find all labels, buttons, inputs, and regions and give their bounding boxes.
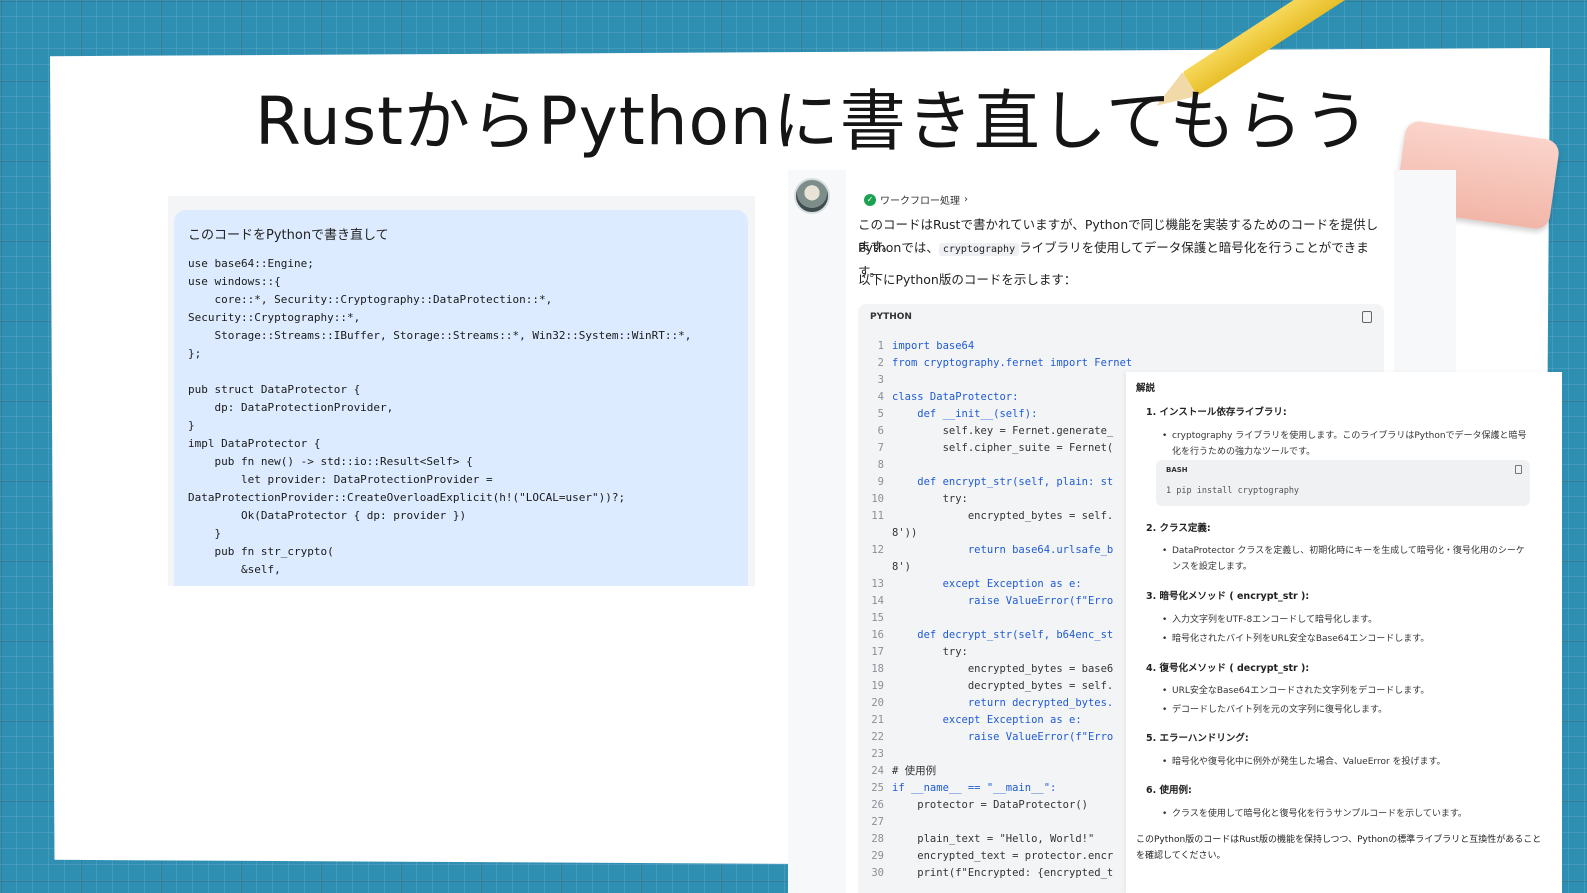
line-number: 21 xyxy=(871,714,884,726)
ai-intro-2-a: Pythonでは、 xyxy=(858,240,939,255)
workflow-label: ワークフロー処理 xyxy=(880,196,960,207)
line-text: return base64.urlsafe_b xyxy=(892,544,1114,556)
line-number: 10 xyxy=(871,493,884,505)
line-number: 2 xyxy=(877,357,884,369)
line-text: print(f"Encrypted: {encrypted_t xyxy=(892,867,1114,879)
bash-code-block: BASH 1 pip install cryptography xyxy=(1156,460,1530,506)
explanation-screenshot: 解説 1. インストール依存ライブラリ: cryptography ライブラリを… xyxy=(1126,372,1562,893)
line-text: encrypted_bytes = base6 xyxy=(892,663,1114,675)
line-text: self.key = Fernet.generate_ xyxy=(892,425,1114,437)
explain-bullet: デコードしたバイト列を元の文字列に復号化します。 xyxy=(1162,702,1532,718)
line-number: 29 xyxy=(871,850,884,862)
line-number: 24 xyxy=(871,765,884,777)
line-number: 7 xyxy=(877,442,884,454)
line-number: 13 xyxy=(871,578,884,590)
bash-code: 1 pip install cryptography xyxy=(1166,486,1300,496)
explain-item-1: 1. インストール依存ライブラリ: xyxy=(1146,407,1287,418)
line-number: 26 xyxy=(871,799,884,811)
ai-intro-3: 以下にPython版のコードを示します： xyxy=(858,272,1077,287)
line-text: raise ValueError(f"Erro xyxy=(892,595,1114,607)
line-text: 8')) xyxy=(892,527,918,539)
explain-bullet: DataProtector クラスを定義し、初期化時にキーを生成して暗号化・復号… xyxy=(1162,543,1532,575)
check-icon: ✓ xyxy=(864,193,876,206)
line-number: 22 xyxy=(871,731,884,743)
line-text: encrypted_bytes = self. xyxy=(892,510,1114,522)
line-text: except Exception as e: xyxy=(892,578,1082,590)
line-number: 6 xyxy=(877,425,884,437)
line-number: 17 xyxy=(871,646,884,658)
explain-bullet: 暗号化や復号化中に例外が発生した場合、ValueError を投げます。 xyxy=(1162,754,1532,770)
code-line: 1 import base64 xyxy=(864,338,1384,355)
line-number: 30 xyxy=(871,867,884,879)
line-text: except Exception as e: xyxy=(892,714,1082,726)
line-text: class DataProtector: xyxy=(892,391,1019,403)
explain-item-2: 2. クラス定義: xyxy=(1146,523,1211,534)
line-number: 9 xyxy=(877,476,884,488)
line-text: encrypted_text = protector.encr xyxy=(892,850,1114,862)
explain-bullet: クラスを使用して暗号化と復号化を行うサンプルコードを示しています。 xyxy=(1162,806,1532,822)
user-prompt-text: このコードをPythonで書き直して xyxy=(188,228,389,243)
explain-item-4: 4. 復号化メソッド ( decrypt_str ): xyxy=(1146,663,1310,674)
line-text: # 使用例 xyxy=(892,765,937,777)
line-text: if __name__ == "__main__": xyxy=(892,782,1057,794)
line-number: 8 xyxy=(877,459,884,471)
bash-language-label: BASH xyxy=(1166,466,1188,474)
code-line: 2 from cryptography.fernet import Fernet xyxy=(864,355,1384,372)
code-language-label: PYTHON xyxy=(870,312,912,322)
line-text: self.cipher_suite = Fernet( xyxy=(892,442,1114,454)
line-number xyxy=(864,559,892,576)
line-number: 14 xyxy=(871,595,884,607)
line-text: def decrypt_str(self, b64enc_st xyxy=(892,629,1114,641)
line-number: 25 xyxy=(871,782,884,794)
line-text: plain_text = "Hello, World!" xyxy=(892,833,1095,845)
line-number: 1 xyxy=(877,340,884,352)
explain-item-5: 5. エラーハンドリング: xyxy=(1146,733,1249,744)
explanation-footer: このPython版のコードはRust版の機能を保持しつつ、Pythonの標準ライ… xyxy=(1136,835,1542,861)
line-text: try: xyxy=(892,646,968,658)
explain-bullet: 入力文字列をUTF-8エンコードして暗号化します。 xyxy=(1162,612,1532,628)
line-text: import base64 xyxy=(892,340,975,352)
line-text: raise ValueError(f"Erro xyxy=(892,731,1114,743)
line-number: 12 xyxy=(871,544,884,556)
explain-bullet: cryptography ライブラリを使用します。このライブラリはPythonで… xyxy=(1162,428,1532,460)
copy-icon[interactable] xyxy=(1515,465,1522,474)
line-number: 5 xyxy=(877,408,884,420)
explain-item-3: 3. 暗号化メソッド ( encrypt_str ): xyxy=(1146,591,1310,602)
user-chat-screenshot: このコードをPythonで書き直して use base64::Engine; u… xyxy=(168,196,755,586)
line-text: def encrypt_str(self, plain: st xyxy=(892,476,1114,488)
line-number: 28 xyxy=(871,833,884,845)
line-text: return decrypted_bytes. xyxy=(892,697,1114,709)
line-text: protector = DataProtector() xyxy=(892,799,1088,811)
line-number: 15 xyxy=(871,612,884,624)
inline-code-cryptography: cryptography xyxy=(938,243,1020,256)
line-text: decrypted_bytes = self. xyxy=(892,680,1114,692)
line-number xyxy=(864,525,892,542)
line-number: 11 xyxy=(871,510,884,522)
rust-code: use base64::Engine; use windows::{ core:… xyxy=(188,257,692,576)
line-number: 20 xyxy=(871,697,884,709)
line-text: 8') xyxy=(892,561,911,573)
explain-bullet: 暗号化されたバイト列をURL安全なBase64エンコードします。 xyxy=(1162,631,1532,647)
explain-item-6: 6. 使用例: xyxy=(1146,785,1192,796)
line-number: 23 xyxy=(871,748,884,760)
line-number: 4 xyxy=(877,391,884,403)
assistant-avatar xyxy=(794,178,830,214)
slide-title: RustからPythonに書き直してもらう xyxy=(255,83,1371,160)
line-number: 18 xyxy=(871,663,884,675)
line-number: 3 xyxy=(877,374,884,386)
workflow-toggle[interactable]: ✓ ワークフロー処理 › xyxy=(864,192,968,207)
copy-icon[interactable] xyxy=(1362,311,1372,323)
line-text: from cryptography.fernet import Fernet xyxy=(892,357,1133,369)
user-message-bubble: このコードをPythonで書き直して use base64::Engine; u… xyxy=(174,210,748,586)
chevron-right-icon: › xyxy=(964,194,968,205)
explain-bullet: URL安全なBase64エンコードされた文字列をデコードします。 xyxy=(1162,683,1532,699)
line-number: 16 xyxy=(871,629,884,641)
line-text: def __init__(self): xyxy=(892,408,1038,420)
line-number: 27 xyxy=(871,816,884,828)
line-number: 19 xyxy=(871,680,884,692)
explanation-heading: 解説 xyxy=(1136,383,1156,394)
line-text: try: xyxy=(892,493,968,505)
